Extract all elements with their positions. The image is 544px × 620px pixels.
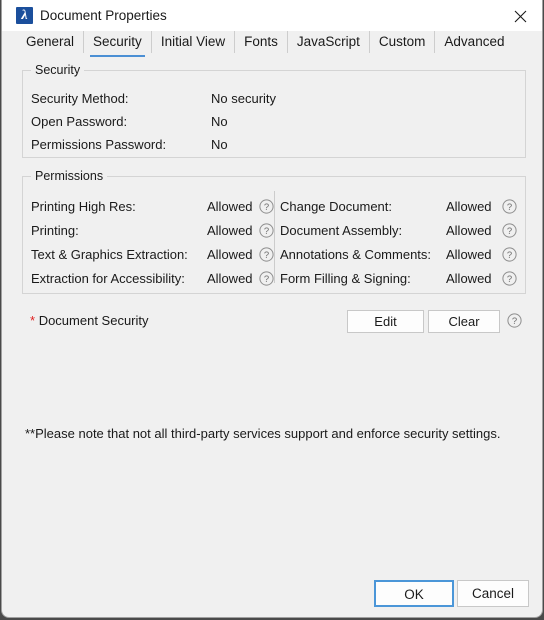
svg-text:?: ? — [264, 226, 269, 237]
document-security-row: * Document Security Edit Clear ? — [22, 309, 526, 333]
security-group: Security Security Method: No security Op… — [22, 63, 526, 158]
close-glyph — [514, 10, 527, 23]
tab-javascript[interactable]: JavaScript — [286, 31, 369, 53]
svg-text:?: ? — [264, 202, 269, 213]
help-icon[interactable]: ? — [259, 247, 274, 267]
tab-security[interactable]: Security — [83, 31, 151, 57]
document-assembly-value: Allowed — [446, 223, 492, 238]
svg-text:?: ? — [507, 274, 512, 285]
permission-row-printing-high-res: Printing High Res: Allowed ? — [31, 199, 274, 219]
svg-text:?: ? — [512, 316, 517, 327]
help-icon[interactable]: ? — [507, 313, 522, 333]
cancel-button[interactable]: Cancel — [457, 580, 529, 607]
printing-high-res-value: Allowed — [207, 199, 253, 214]
permissions-column-divider — [274, 191, 275, 283]
open-password-label: Open Password: — [31, 114, 128, 129]
tab-general[interactable]: General — [17, 31, 83, 53]
printing-high-res-label: Printing High Res: — [31, 199, 136, 214]
security-row-permissions-password: Permissions Password: No — [23, 137, 525, 153]
security-method-label: Security Method: — [31, 91, 129, 106]
help-icon[interactable]: ? — [502, 223, 517, 243]
form-filling-signing-value: Allowed — [446, 271, 492, 286]
svg-text:?: ? — [507, 226, 512, 237]
svg-text:?: ? — [264, 250, 269, 261]
document-security-text: Document Security — [38, 313, 149, 328]
tab-custom[interactable]: Custom — [368, 31, 435, 53]
change-document-value: Allowed — [446, 199, 492, 214]
help-icon[interactable]: ? — [259, 199, 274, 219]
permission-row-annotations-comments: Annotations & Comments: Allowed ? — [280, 247, 524, 265]
open-password-value: No — [211, 114, 228, 129]
document-assembly-label: Document Assembly: — [280, 223, 403, 238]
permission-row-change-document: Change Document: Allowed ? — [280, 199, 524, 217]
printing-value: Allowed — [207, 223, 253, 238]
permission-row-document-assembly: Document Assembly: Allowed ? — [280, 223, 524, 241]
text-graphics-extraction-value: Allowed — [207, 247, 253, 262]
tab-fonts[interactable]: Fonts — [234, 31, 287, 53]
help-icon[interactable]: ? — [259, 271, 274, 291]
annotations-comments-value: Allowed — [446, 247, 492, 262]
svg-text:?: ? — [507, 202, 512, 213]
permissions-password-value: No — [211, 137, 228, 152]
close-icon[interactable] — [498, 0, 542, 31]
document-security-label: * Document Security — [30, 313, 149, 328]
permissions-group-legend: Permissions — [31, 169, 108, 183]
security-method-value: No security — [211, 91, 277, 106]
tab-advanced[interactable]: Advanced — [434, 31, 513, 53]
security-group-legend: Security — [31, 63, 85, 77]
document-properties-dialog: λ Document Properties General Security I… — [1, 0, 543, 618]
printing-label: Printing: — [31, 223, 79, 238]
permission-row-extraction-for-accessibility: Extraction for Accessibility: Allowed ? — [31, 271, 274, 291]
permission-row-text-graphics-extraction: Text & Graphics Extraction: Allowed ? — [31, 247, 274, 267]
permissions-password-label: Permissions Password: — [31, 137, 167, 152]
permission-row-printing: Printing: Allowed ? — [31, 223, 274, 243]
window-title: Document Properties — [40, 8, 167, 23]
extraction-for-accessibility-value: Allowed — [207, 271, 253, 286]
title-bar: λ Document Properties — [2, 0, 542, 31]
app-icon-glyph: λ — [21, 8, 28, 23]
help-icon[interactable]: ? — [502, 247, 517, 267]
svg-text:?: ? — [507, 250, 512, 261]
pdf-app-icon: λ — [16, 7, 33, 24]
edit-button[interactable]: Edit — [347, 310, 424, 333]
svg-text:?: ? — [264, 274, 269, 285]
change-document-label: Change Document: — [280, 199, 393, 214]
extraction-for-accessibility-label: Extraction for Accessibility: — [31, 271, 185, 286]
help-icon[interactable]: ? — [259, 223, 274, 243]
security-note: **Please note that not all third-party s… — [25, 426, 501, 441]
help-icon[interactable]: ? — [502, 271, 517, 291]
tab-initial-view[interactable]: Initial View — [150, 31, 234, 53]
ok-button[interactable]: OK — [374, 580, 454, 607]
permissions-group: Permissions Printing High Res: Allowed ?… — [22, 169, 526, 294]
help-icon[interactable]: ? — [502, 199, 517, 219]
tab-list: General Security Initial View Fonts Java… — [17, 31, 513, 62]
permission-row-form-filling-signing: Form Filling & Signing: Allowed ? — [280, 271, 524, 289]
form-filling-signing-label: Form Filling & Signing: — [280, 271, 411, 286]
required-asterisk: * — [30, 313, 36, 328]
security-row-open-password: Open Password: No — [23, 114, 525, 130]
clear-button[interactable]: Clear — [428, 310, 500, 333]
security-row-method: Security Method: No security — [23, 91, 525, 107]
text-graphics-extraction-label: Text & Graphics Extraction: — [31, 247, 188, 262]
tab-bar: General Security Initial View Fonts Java… — [2, 31, 542, 62]
annotations-comments-label: Annotations & Comments: — [280, 247, 432, 262]
